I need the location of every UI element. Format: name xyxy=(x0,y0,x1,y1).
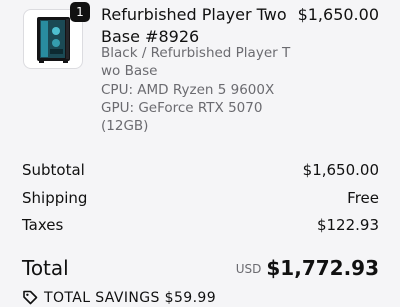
taxes-value: $122.93 xyxy=(316,216,379,234)
currency-code: USD xyxy=(235,262,262,276)
product-cpu-spec: CPU: AMD Ryzen 5 9600X xyxy=(101,82,275,98)
shipping-label: Shipping xyxy=(22,189,88,207)
shipping-value: Free xyxy=(347,189,379,207)
savings-text: TOTAL SAVINGS $59.99 xyxy=(44,290,217,306)
product-variant: Black / Refurbished Player Two Base xyxy=(101,45,291,79)
shipping-row: Shipping Free xyxy=(22,187,379,209)
total-row: Total USD $1,772.93 xyxy=(22,254,379,282)
subtotal-row: Subtotal $1,650.00 xyxy=(22,159,379,181)
quantity-badge: 1 xyxy=(70,2,90,22)
tag-icon xyxy=(23,290,38,305)
product-gpu-spec: GPU: GeForce RTX 5070 (12GB) xyxy=(101,100,263,134)
subtotal-label: Subtotal xyxy=(22,161,85,179)
total-savings: TOTAL SAVINGS $59.99 xyxy=(22,289,216,307)
total-label: Total xyxy=(22,256,69,280)
total-amount: $1,772.93 xyxy=(266,256,379,280)
taxes-label: Taxes xyxy=(22,216,64,234)
total-amount-group: USD $1,772.93 xyxy=(236,254,379,282)
subtotal-value: $1,650.00 xyxy=(302,161,379,179)
taxes-row: Taxes $122.93 xyxy=(22,214,379,236)
product-name: Refurbished Player Two Base #8926 xyxy=(101,5,287,46)
cart-line-item: 1 Refurbished Player Two Base #8926 $1,6… xyxy=(0,0,400,140)
product-price: $1,650.00 xyxy=(297,5,379,24)
